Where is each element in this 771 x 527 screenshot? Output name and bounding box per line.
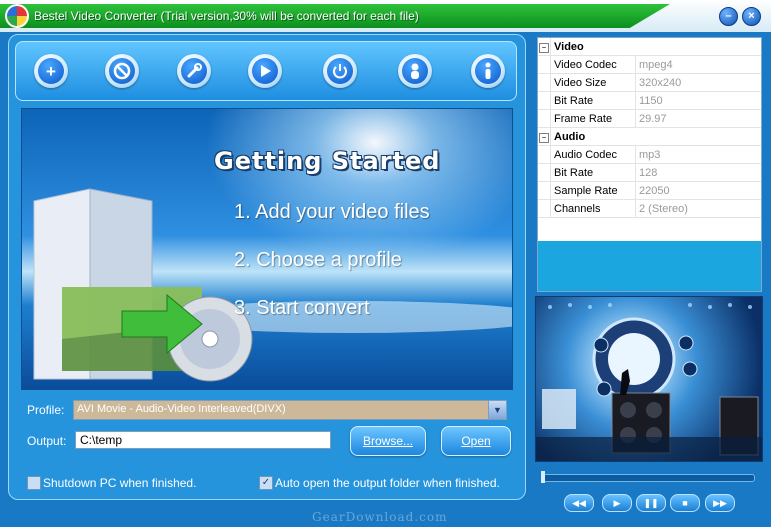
- pause-icon: ❚❚: [643, 497, 659, 508]
- table-row[interactable]: Frame Rate 29.97: [538, 109, 761, 128]
- minimize-icon[interactable]: –: [719, 7, 738, 26]
- rewind-icon: ◀◀: [572, 497, 586, 508]
- property-key: Bit Rate: [550, 163, 636, 182]
- property-key: Channels: [550, 199, 636, 218]
- property-value: 29.97: [635, 109, 761, 128]
- property-value: 320x240: [635, 73, 761, 92]
- auto-open-checkbox[interactable]: ✓: [259, 476, 273, 490]
- main-panel: + Getting Started 1. Add your video file…: [8, 34, 526, 500]
- toolbar: +: [15, 41, 517, 101]
- property-key: Bit Rate: [550, 91, 636, 110]
- seek-handle[interactable]: [541, 471, 545, 483]
- play-button[interactable]: ▶: [602, 494, 632, 512]
- settings-button[interactable]: [177, 54, 211, 88]
- info-button[interactable]: [471, 54, 505, 88]
- plus-icon: +: [38, 58, 64, 84]
- person-icon: [402, 58, 428, 84]
- output-folder-input[interactable]: [75, 431, 331, 449]
- video-preview[interactable]: [535, 296, 763, 462]
- stop-icon: ■: [682, 498, 688, 508]
- info-icon: [475, 58, 501, 84]
- play-icon: [252, 58, 278, 84]
- table-row[interactable]: Bit Rate 1150: [538, 91, 761, 110]
- prohibit-icon: [109, 58, 135, 84]
- property-key: Frame Rate: [550, 109, 636, 128]
- watermark: GearDownload.com: [312, 510, 448, 524]
- getting-started-banner: Getting Started 1. Add your video files …: [21, 108, 513, 390]
- play-icon: ▶: [613, 497, 621, 508]
- profile-value: AVI Movie - Audio-Video Interleaved(DIVX…: [77, 403, 286, 415]
- add-file-button[interactable]: +: [34, 54, 68, 88]
- property-value: mp3: [635, 145, 761, 164]
- wrench-icon: [181, 58, 207, 84]
- table-row[interactable]: Audio Codec mp3: [538, 145, 761, 164]
- shutdown-checkbox[interactable]: [27, 476, 41, 490]
- banner-title: Getting Started: [214, 147, 441, 175]
- property-key: Sample Rate: [550, 181, 636, 200]
- convert-button[interactable]: [248, 54, 282, 88]
- properties-table: − Video Video Codec mpeg4 Video Size 320…: [538, 38, 761, 218]
- profile-label: Profile:: [27, 403, 65, 417]
- power-icon: [327, 58, 353, 84]
- window-title: Bestel Video Converter (Trial version,30…: [34, 9, 419, 23]
- power-button[interactable]: [323, 54, 357, 88]
- collapse-icon[interactable]: −: [539, 42, 549, 53]
- table-row[interactable]: Sample Rate 22050: [538, 181, 761, 200]
- property-value: mpeg4: [635, 55, 761, 74]
- rewind-button[interactable]: ◀◀: [564, 494, 594, 512]
- property-key: Video Size: [550, 73, 636, 92]
- audio-category-row[interactable]: − Audio: [538, 127, 761, 146]
- properties-grid: − Video Video Codec mpeg4 Video Size 320…: [537, 37, 762, 243]
- properties-empty-area: [537, 241, 762, 292]
- pause-button[interactable]: ❚❚: [636, 494, 666, 512]
- seek-bar[interactable]: [541, 474, 755, 482]
- table-row[interactable]: Video Codec mpeg4: [538, 55, 761, 74]
- property-value: 128: [635, 163, 761, 182]
- profile-select[interactable]: AVI Movie - Audio-Video Interleaved(DIVX…: [73, 400, 507, 420]
- property-key: Video Codec: [550, 55, 636, 74]
- auto-open-label: Auto open the output folder when finishe…: [275, 476, 500, 490]
- video-category: Video: [550, 38, 761, 56]
- forward-button[interactable]: ▶▶: [705, 494, 735, 512]
- property-key: Audio Codec: [550, 145, 636, 164]
- fast-forward-icon: ▶▶: [713, 497, 727, 508]
- collapse-icon[interactable]: −: [539, 132, 549, 143]
- output-label: Output:: [27, 434, 67, 448]
- property-value: 1150: [635, 91, 761, 110]
- shutdown-label: Shutdown PC when finished.: [43, 476, 197, 490]
- open-button[interactable]: Open: [441, 426, 511, 456]
- browse-button[interactable]: Browse...: [350, 426, 426, 456]
- banner-step-2: 2. Choose a profile: [234, 249, 402, 271]
- stop-button[interactable]: ■: [670, 494, 700, 512]
- preview-frame: [536, 303, 762, 461]
- chevron-down-icon[interactable]: ▼: [488, 401, 506, 419]
- table-row[interactable]: Bit Rate 128: [538, 163, 761, 182]
- title-bar: Bestel Video Converter (Trial version,30…: [0, 0, 771, 32]
- property-value: 2 (Stereo): [635, 199, 761, 218]
- app-logo-icon: [5, 4, 29, 28]
- remove-button[interactable]: [105, 54, 139, 88]
- table-row[interactable]: Video Size 320x240: [538, 73, 761, 92]
- banner-step-1: 1. Add your video files: [234, 201, 430, 223]
- user-button[interactable]: [398, 54, 432, 88]
- audio-category: Audio: [550, 127, 761, 146]
- property-value: 22050: [635, 181, 761, 200]
- table-row[interactable]: Channels 2 (Stereo): [538, 199, 761, 218]
- banner-step-3: 3. Start convert: [234, 297, 370, 319]
- close-icon[interactable]: ×: [742, 7, 761, 26]
- video-category-row[interactable]: − Video: [538, 38, 761, 56]
